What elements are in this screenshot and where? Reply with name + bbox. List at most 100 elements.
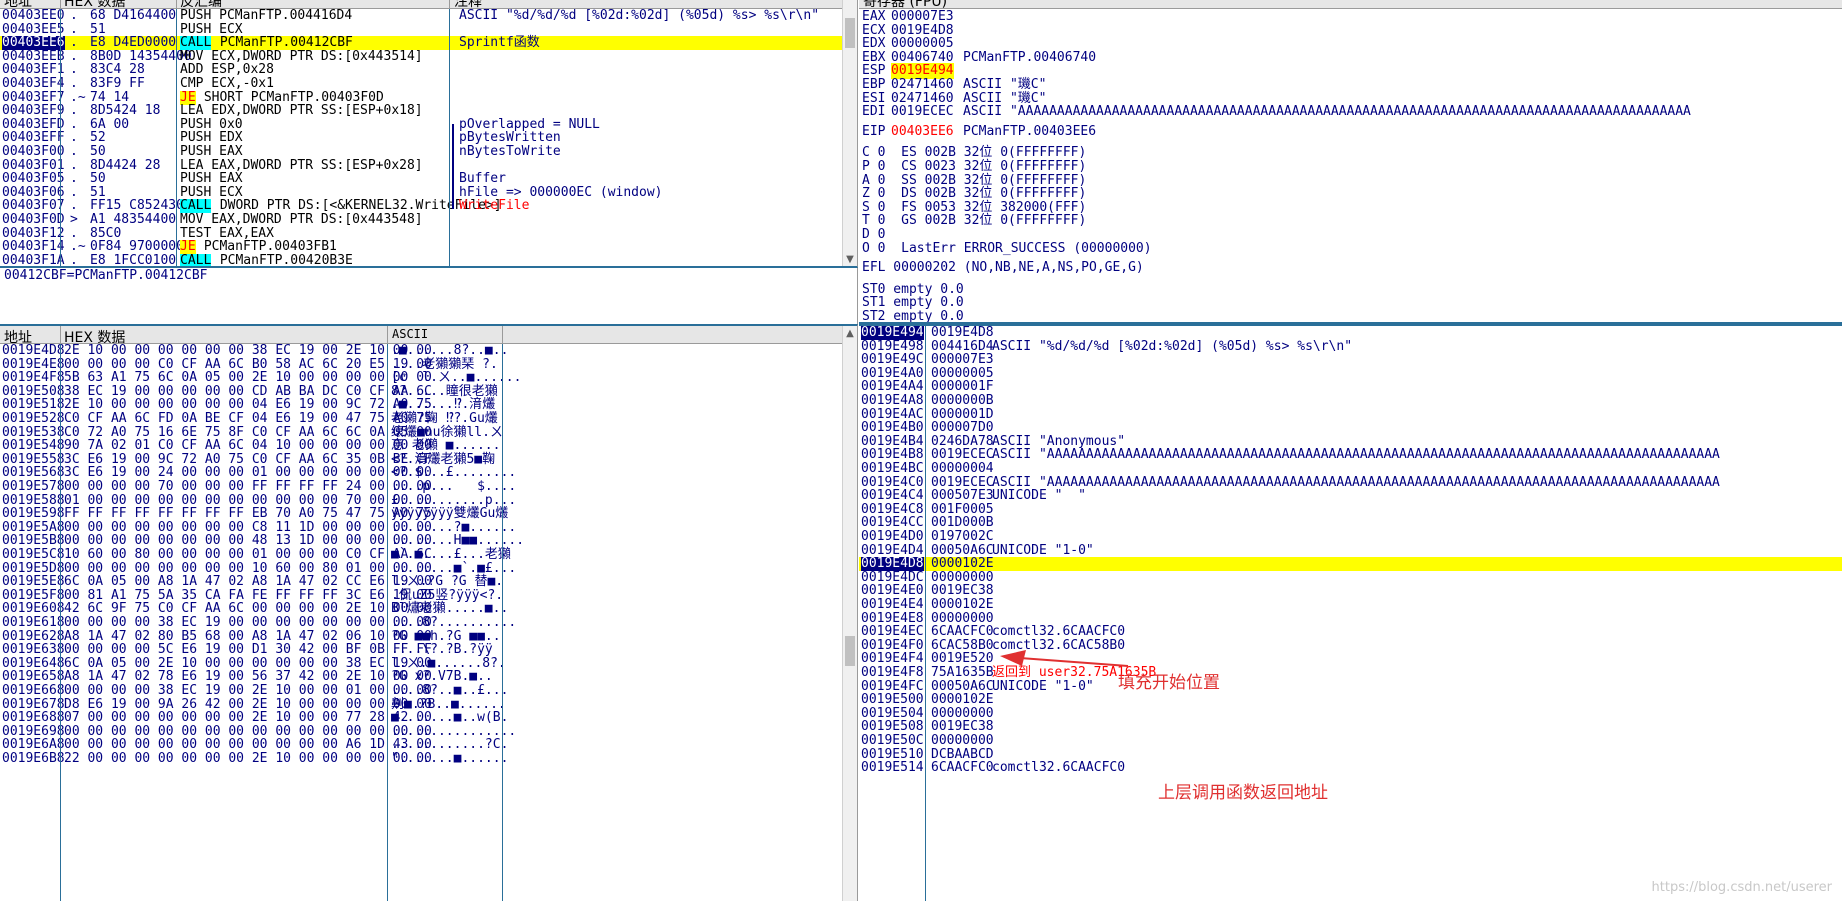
disasm-row[interactable]: 00403EE0. 68 D4164400 PUSH PCManFTP.004416…: [0, 9, 842, 23]
disassembly-pane[interactable]: 地址 HEX 数据 反汇编 注释 00403EE0. 68 D4164400 PUS…: [0, 0, 858, 268]
stack-row[interactable]: 0019E4FC 00050A6C UNICODE "1-0": [859, 678, 1842, 694]
dump-address: 0019E528: [2, 411, 65, 426]
disasm-row[interactable]: 00403F01. 8D4424 28 LEA EAX,DWORD PTR SS:[…: [0, 158, 842, 173]
stack-address: 0019E4D0: [861, 529, 924, 544]
dump-row[interactable]: 0019E618 00 00 00 00 38 EC 19 00 00 00 00…: [0, 616, 842, 630]
stack-row[interactable]: 0019E4DC 00000000: [859, 570, 1842, 585]
dump-address: 0019E5C8: [2, 547, 65, 562]
register-desc: ASCII "AAAAAAAAAAAAAAAAAAAAAAAAAAAAAAAAA…: [963, 104, 1691, 120]
stack-value: 0000102E: [931, 597, 994, 612]
annotation-return-address: 上层调用函数返回地址: [1158, 783, 1328, 803]
dump-hex: 2E 10 00 00 00 00 00 00 38 EC 19 00 2E 1…: [64, 343, 432, 358]
dump-address: 0019E6B8: [2, 751, 65, 766]
stack-address: 0019E50C: [861, 733, 924, 748]
efl-row[interactable]: EFL 00000202 (NO,NB,NE,A,NS,PO,GE,G): [862, 260, 1144, 276]
stack-row[interactable]: 0019E4A4 0000001F: [859, 380, 1842, 394]
call-args-bracket: [452, 124, 454, 209]
register-row[interactable]: EDI 0019ECEC ASCII "AAAAAAAAAAAAAAAAAAAAAA…: [859, 104, 1842, 120]
disasm-row[interactable]: 00403F0D > A1 48354400 MOV EAX,DWORD PTR DS…: [0, 213, 842, 227]
dump-row[interactable]: 0019E578 00 00 00 00 70 00 00 00 FF FF FF…: [0, 480, 842, 494]
dump-row[interactable]: 0019E4D8 2E 10 00 00 00 00 00 00 38 EC 19…: [0, 344, 842, 358]
dump-row[interactable]: 0019E6B8 22 00 00 00 00 00 00 00 2E 10 00…: [0, 752, 842, 766]
dump-ascii: ".......■......: [391, 751, 509, 766]
scroll-up-icon[interactable]: ▲: [843, 326, 857, 342]
memory-dump-pane[interactable]: 地址 HEX 数据 ASCII 0019E4D8 2E 10 00 00 00 0…: [0, 324, 858, 901]
disasm-row[interactable]: 00403F00. 50 PUSH EAX nBytesToWrite: [0, 145, 842, 159]
dump-row[interactable]: 0019E5C8 10 60 00 80 00 00 00 00 01 00 00…: [0, 548, 842, 562]
register-value[interactable]: 00403EE6: [891, 124, 954, 140]
dump-ascii: 老獺?鞠 ⁉?.Gu爜: [391, 411, 498, 426]
disasm-comment: Sprintf函数: [459, 35, 540, 51]
stack-value: 6CAACFC0: [931, 760, 994, 776]
register-value[interactable]: 0019ECEC: [891, 104, 954, 120]
stack-row[interactable]: 0019E4AC 0000001D: [859, 407, 1842, 422]
dump-row[interactable]: 0019E668 00 00 00 00 38 EC 19 00 2E 10 00…: [0, 684, 842, 698]
dump-hex: 10 60 00 80 00 00 00 00 01 00 00 00 C0 C…: [64, 547, 432, 562]
registers-pane[interactable]: 寄存器 (FPU) EAX 000007E3 ECX 0019E4D8 EDX 00000…: [859, 0, 1842, 324]
dump-col-ascii[interactable]: ASCII: [392, 327, 428, 341]
dump-address: 0019E4D8: [2, 343, 65, 358]
dump-hex: C0 CF AA 6C FD 0A BE CF 04 E6 19 00 47 7…: [64, 411, 432, 426]
dump-ascii: ....8?..........: [391, 615, 517, 630]
stack-comment: ASCII "%d/%d/%d [%02d:%02d] (%05d) %s> %…: [992, 338, 1353, 354]
dump-hex: 00 00 00 00 38 EC 19 00 2E 10 00 00 01 0…: [64, 683, 432, 698]
scroll-down-icon[interactable]: ▼: [843, 252, 857, 266]
stack-row[interactable]: 0019E514 6CAACFC0 comctl32.6CAACFC0: [859, 761, 1842, 775]
disasm-row[interactable]: 00403F05. 50 PUSH EAX Buffer: [0, 172, 842, 186]
disasm-hex: 68 D4164400: [90, 8, 177, 23]
stack-row[interactable]: 0019E4C8 001F0005: [859, 502, 1842, 517]
disasm-row[interactable]: 00403EFD. 6A 00 PUSH 0x0 pOverlapped = NULL: [0, 117, 842, 132]
stack-row[interactable]: 0019E494 0019E4D8: [859, 326, 1842, 340]
register-name: EDI: [862, 104, 886, 120]
fpu-row: ST2 empty 0.0: [862, 309, 964, 324]
watermark: https://blog.csdn.net/userer: [1651, 880, 1832, 895]
stack-row[interactable]: 0019E4E0 0019EC38: [859, 584, 1842, 598]
disasm-mark: .: [70, 8, 78, 23]
stack-comment: UNICODE " ": [992, 488, 1086, 504]
stack-value: 0019E4D8: [931, 325, 994, 340]
disasm-scrollbar[interactable]: ▼: [842, 0, 857, 266]
disasm-address: 00403F00: [2, 144, 65, 159]
stack-address: 0019E4A8: [861, 393, 924, 408]
disasm-hex: E8 1FCC0100: [90, 252, 177, 268]
dump-ascii: ■`.■....£...老獺: [391, 547, 511, 562]
stack-address: 0019E4BC: [861, 461, 924, 476]
disasm-row[interactable]: 00403EF4. 83F9 FF CMP ECX,-0x1: [0, 77, 842, 91]
stack-row[interactable]: 0019E50C 00000000: [859, 734, 1842, 748]
dump-scrollbar[interactable]: ▲: [842, 326, 857, 901]
stack-pane[interactable]: 0019E494 0019E4D8 0019E498 004416D4 ASCII "%…: [859, 324, 1842, 901]
stack-row[interactable]: 0019E4C4 000507E3 UNICODE " ": [859, 489, 1842, 503]
flag-row[interactable]: T 0 GS 002B 32位 0(FFFFFFFF): [862, 213, 1086, 229]
stack-row[interactable]: 0019E4D8 0000102E: [859, 557, 1842, 572]
disasm-instruction: MOV EAX,DWORD PTR DS:[0x443548]: [180, 212, 423, 227]
stack-row[interactable]: 0019E4D0 0197002C: [859, 530, 1842, 544]
stack-row[interactable]: 0019E4CC 001D000B: [859, 516, 1842, 530]
dump-row[interactable]: 0019E528 C0 CF AA 6C FD 0A BE CF 04 E6 19…: [0, 412, 842, 426]
stack-row[interactable]: 0019E4BC 00000004: [859, 462, 1842, 476]
stack-value: 0000000B: [931, 393, 994, 408]
stack-row[interactable]: 0019E4B8 0019ECEC ASCII "AAAAAAAAAAAAAAAAA…: [859, 448, 1842, 462]
disasm-keyword: CALL: [180, 252, 212, 268]
flag-row[interactable]: O 0 LastErr ERROR_SUCCESS (00000000): [862, 241, 1152, 257]
stack-row[interactable]: 0019E4A8 0000000B: [859, 394, 1842, 408]
stack-row[interactable]: 0019E504 00000000: [859, 706, 1842, 721]
disasm-row[interactable]: 00403F1A. E8 1FCC0100 CALL PCManFTP.00420B…: [0, 252, 842, 268]
stack-row[interactable]: 0019E500 0000102E: [859, 693, 1842, 707]
stack-comment: UNICODE "1-0": [992, 678, 1094, 694]
dump-ascii: ....p... $....: [391, 479, 517, 494]
disasm-comment: ASCII "%d/%d/%d [%02d:%02d] (%05d) %s> %…: [459, 8, 820, 23]
stack-row[interactable]: 0019E508 0019EC38: [859, 720, 1842, 734]
disasm-mark: >: [70, 212, 78, 227]
stack-comment: ASCII "AAAAAAAAAAAAAAAAAAAAAAAAAAAAAAAAA…: [992, 447, 1720, 463]
stack-value: 75A1635B: [931, 665, 994, 680]
stack-row[interactable]: 0019E49C 000007E3: [859, 353, 1842, 367]
register-name: EIP: [862, 123, 886, 139]
stack-comment: UNICODE "1-0": [992, 542, 1094, 558]
stack-row[interactable]: 0019E498 004416D4 ASCII "%d/%d/%d [%02d:%0…: [859, 338, 1842, 354]
disasm-address: 00403F1A: [2, 252, 65, 268]
registers-header: 寄存器 (FPU): [859, 0, 1842, 10]
stack-row[interactable]: 0019E4E4 0000102E: [859, 598, 1842, 612]
stack-row[interactable]: 0019E4A0 00000005: [859, 366, 1842, 381]
stack-row[interactable]: 0019E4D4 00050A6C UNICODE "1-0": [859, 542, 1842, 558]
disasm-row[interactable]: 00403EFF. 52 PUSH EDX pBytesWritten: [0, 131, 842, 145]
